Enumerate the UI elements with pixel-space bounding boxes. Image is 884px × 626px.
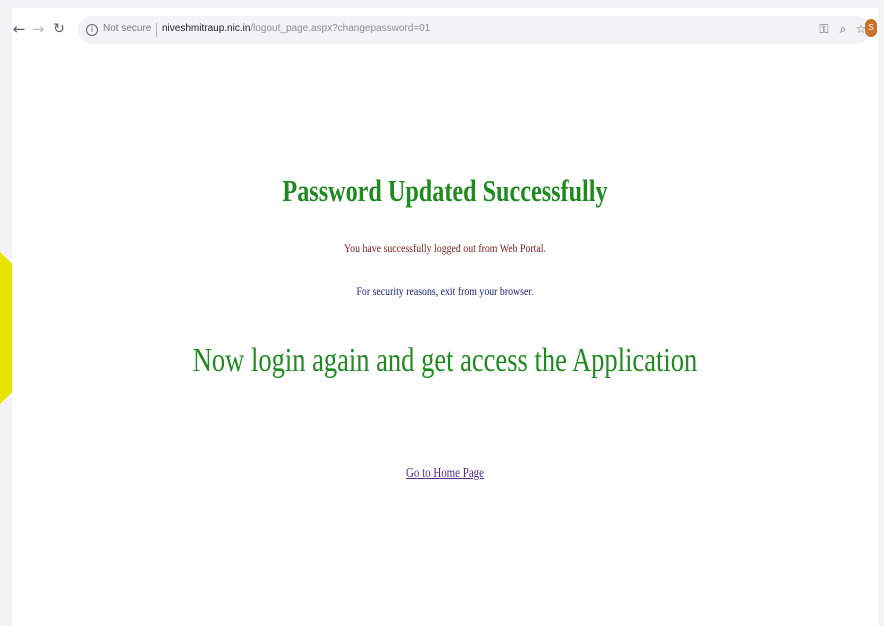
avatar-icon[interactable]: S [865, 19, 877, 37]
logout-message: You have successfully logged out from We… [344, 241, 546, 255]
url-text[interactable]: niveshmitraup.nic.in/logout_page.aspx?ch… [162, 23, 430, 34]
reload-button[interactable]: ↻ [52, 20, 66, 38]
home-page-link[interactable]: Go to Home Page [107, 466, 782, 482]
url-path: /logout_page.aspx?changepassword=01 [250, 23, 431, 34]
browser-toolbar: ← → ↻ i Not secure niveshmitraup.nic.in/… [12, 8, 878, 50]
key-icon[interactable]: ⚿ [816, 21, 832, 37]
back-button[interactable]: ← [12, 20, 26, 38]
page-content: Password Updated Successfully You have s… [12, 50, 878, 626]
forward-button[interactable]: → [31, 20, 45, 38]
info-icon[interactable]: i [86, 24, 98, 36]
address-bar[interactable]: i Not secure niveshmitraup.nic.in/logout… [78, 16, 870, 44]
url-domain: niveshmitraup.nic.in [162, 23, 251, 34]
security-label: Not secure [103, 23, 152, 34]
login-again-heading: Now login again and get access the Appli… [192, 342, 698, 379]
url-divider [156, 23, 157, 37]
password-updated-heading: Password Updated Successfully [282, 173, 608, 208]
security-message: For security reasons, exit from your bro… [356, 284, 534, 298]
zoom-icon[interactable]: ⌕ [835, 21, 851, 37]
browser-window: ← → ↻ i Not secure niveshmitraup.nic.in/… [12, 8, 878, 626]
